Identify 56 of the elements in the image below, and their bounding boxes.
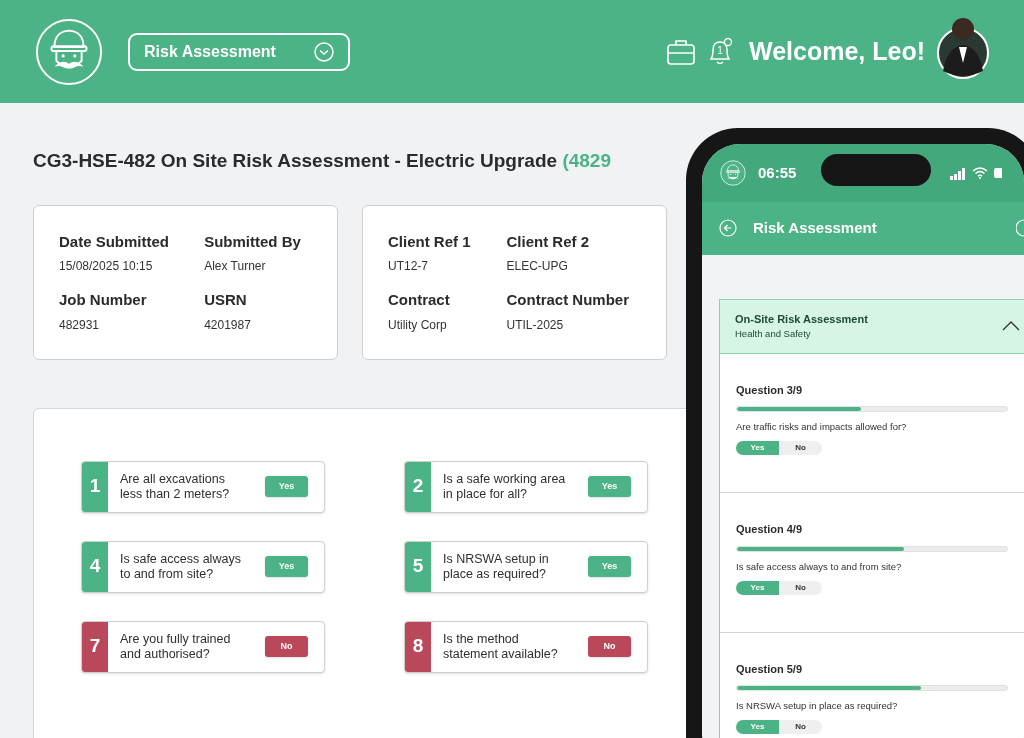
question-text: Is safe access always to and from site? bbox=[736, 560, 903, 573]
field-value: Alex Turner bbox=[204, 258, 267, 275]
question-heading: Question 4/9 bbox=[736, 522, 804, 537]
section-header[interactable]: On-Site Risk Assessment Health and Safety bbox=[720, 299, 1024, 354]
field-value: 4201987 bbox=[204, 316, 252, 334]
field-label: Submitted By bbox=[204, 231, 302, 252]
question-text: Is the method statement available? bbox=[442, 631, 559, 662]
job-reference: (4829 bbox=[562, 150, 611, 171]
question-text: Is NRSWA setup in place as required? bbox=[442, 551, 550, 582]
answer-badge: No bbox=[265, 636, 308, 657]
answer-option[interactable]: No bbox=[779, 580, 822, 595]
module-dropdown[interactable]: Risk Assessment bbox=[128, 32, 350, 71]
question-number: 5 bbox=[405, 541, 431, 592]
field-label: Contract bbox=[388, 290, 451, 310]
app-title: Risk Assessment bbox=[753, 218, 877, 239]
status-time: 06:55 bbox=[758, 162, 797, 183]
question-number: 4 bbox=[82, 541, 108, 592]
question-text: Is NRSWA setup in place as required? bbox=[736, 700, 899, 712]
field-label: Contract Number bbox=[506, 290, 630, 310]
question-text: Are traffic risks and impacts allowed for? bbox=[736, 421, 908, 433]
answer-badge: Yes bbox=[588, 476, 631, 497]
welcome-text: Welcome, Leo! bbox=[749, 35, 925, 67]
question-heading: Question 5/9 bbox=[736, 661, 804, 677]
question-number: 2 bbox=[405, 461, 431, 512]
answer-badge: No bbox=[588, 636, 631, 657]
field-value: 482931 bbox=[59, 316, 101, 334]
field-label: Client Ref 2 bbox=[506, 231, 590, 252]
question-text: Are all excavations less than 2 meters? bbox=[119, 471, 231, 502]
question-number: 1 bbox=[82, 461, 108, 512]
answer-option[interactable]: No bbox=[779, 720, 822, 734]
field-label: Job Number bbox=[59, 290, 148, 310]
answer-option[interactable]: No bbox=[779, 441, 822, 455]
question-number: 7 bbox=[82, 621, 108, 672]
question-number: 8 bbox=[405, 621, 431, 672]
field-label: Date Submitted bbox=[59, 231, 170, 252]
field-value: ELEC-UPG bbox=[506, 258, 569, 275]
field-label: Client Ref 1 bbox=[388, 231, 472, 252]
notification-count: 1 bbox=[717, 44, 723, 58]
answer-option[interactable]: Yes bbox=[736, 441, 779, 455]
question-text: Are you fully trained and authorised? bbox=[119, 631, 232, 662]
section-title: On-Site Risk Assessment bbox=[735, 311, 868, 327]
question-heading: Question 3/9 bbox=[736, 382, 804, 398]
field-value: UT12-7 bbox=[388, 258, 429, 275]
answer-badge: Yes bbox=[588, 556, 631, 577]
field-value: UTIL-2025 bbox=[506, 316, 565, 334]
answer-badge: Yes bbox=[265, 556, 308, 577]
answer-badge: Yes bbox=[265, 476, 308, 497]
field-value: Utility Corp bbox=[388, 316, 448, 334]
field-value: 15/08/2025 10:15 bbox=[59, 258, 154, 275]
field-label: USRN bbox=[204, 290, 248, 310]
question-text: Is a safe working area in place for all? bbox=[442, 471, 567, 502]
answer-option[interactable]: Yes bbox=[736, 720, 779, 734]
answer-option[interactable]: Yes bbox=[736, 580, 779, 595]
notification-bell[interactable]: 1 bbox=[707, 36, 734, 67]
question-text: Is safe access always to and from site? bbox=[119, 551, 242, 582]
section-subtitle: Health and Safety bbox=[735, 327, 812, 342]
